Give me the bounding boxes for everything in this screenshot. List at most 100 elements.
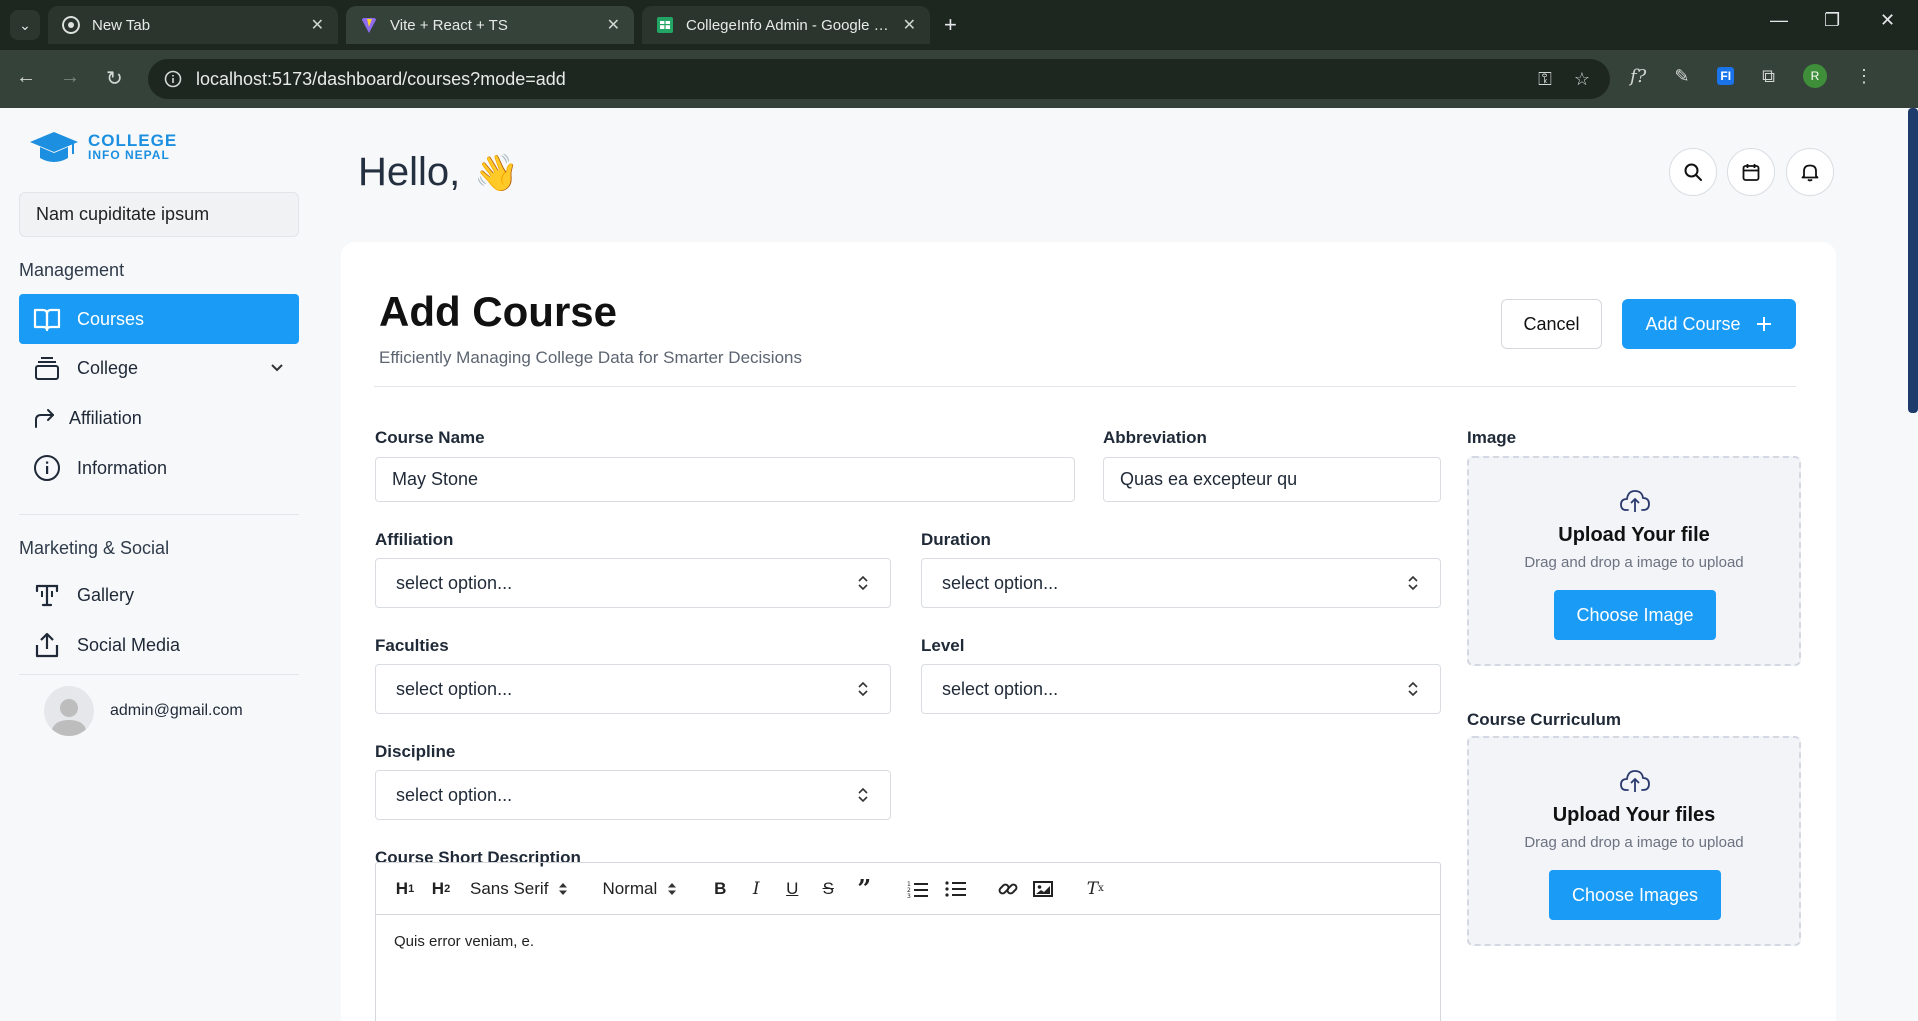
formula-extension-icon[interactable]: f? (1630, 66, 1646, 87)
editor-content[interactable]: Quis error veniam, e. (376, 915, 1440, 968)
site-info-icon[interactable] (164, 70, 182, 88)
link-icon[interactable] (997, 876, 1019, 902)
font-family-select[interactable]: Sans Serif (470, 879, 568, 899)
more-vert-icon[interactable]: ⋮ (1855, 66, 1873, 87)
page-scrollbar[interactable] (1908, 108, 1918, 413)
heading-1-icon[interactable]: H1 (392, 876, 418, 902)
header-search-button[interactable] (1669, 148, 1717, 196)
extensions-puzzle-icon[interactable]: ⧉ (1762, 66, 1775, 87)
star-icon[interactable]: ☆ (1574, 69, 1590, 90)
new-tab-plus-icon[interactable]: + (944, 12, 957, 38)
level-select[interactable]: select option... (921, 664, 1441, 714)
restore-icon[interactable]: ❐ (1824, 10, 1840, 31)
blockquote-icon[interactable]: ” (851, 874, 877, 903)
info-icon (34, 455, 60, 481)
level-select-value: select option... (942, 678, 1059, 699)
curriculum-upload-title: Upload Your files (1552, 804, 1716, 826)
cancel-button[interactable]: Cancel (1501, 299, 1602, 349)
bell-icon (1801, 164, 1819, 182)
sidebar-item-label: College (77, 357, 139, 378)
course-name-input[interactable]: May Stone (375, 457, 1075, 502)
chevron-up-down-icon (1408, 681, 1418, 697)
browser-tab-sheets[interactable]: CollegeInfo Admin - Google Sheets ✕ (642, 6, 930, 44)
strikethrough-icon[interactable]: S (815, 876, 841, 902)
address-bar[interactable]: localhost:5173/dashboard/courses?mode=ad… (148, 59, 1610, 99)
short-description-editor[interactable]: H1 H2 Sans Serif Normal B I U S ” 123 T … (375, 862, 1441, 1021)
duration-select-value: select option... (942, 572, 1059, 593)
heading-2-icon[interactable]: H2 (428, 876, 454, 902)
duration-select[interactable]: select option... (921, 558, 1441, 608)
sidebar-item-affiliation[interactable]: Affiliation (19, 393, 299, 443)
chevron-up-down-icon (668, 882, 677, 895)
forward-arrow-icon[interactable]: → (60, 66, 80, 89)
cancel-button-label: Cancel (1523, 313, 1580, 334)
course-curriculum-label: Course Curriculum (1467, 710, 1621, 729)
sidebar-item-label: Social Media (77, 634, 181, 655)
vite-icon (361, 18, 377, 33)
sidebar-divider (19, 514, 299, 515)
underline-icon[interactable]: U (779, 876, 805, 902)
user-silhouette-icon (51, 699, 87, 736)
close-icon[interactable]: ✕ (903, 15, 916, 35)
choose-image-button[interactable]: Choose Image (1554, 590, 1716, 640)
minimize-icon[interactable]: — (1770, 10, 1788, 31)
cloud-upload-icon (1620, 770, 1650, 792)
discipline-select[interactable]: select option... (375, 770, 891, 820)
close-icon[interactable]: ✕ (311, 15, 324, 35)
back-arrow-icon[interactable]: ← (16, 66, 36, 89)
book-open-icon (33, 308, 61, 332)
image-label: Image (1467, 428, 1517, 447)
browser-tab-vite[interactable]: Vite + React + TS ✕ (346, 6, 634, 44)
sidebar-item-gallery[interactable]: Gallery (19, 570, 299, 620)
sidebar-item-label: Affiliation (69, 407, 142, 428)
abbreviation-label: Abbreviation (1103, 428, 1207, 447)
sidebar-item-information[interactable]: Information (19, 443, 299, 493)
chevron-down-icon[interactable] (269, 359, 285, 375)
add-course-button[interactable]: Add Course (1622, 299, 1796, 349)
discipline-label: Discipline (375, 742, 456, 761)
ordered-list-icon[interactable]: 123 (907, 876, 929, 902)
user-email: admin@gmail.com (110, 702, 243, 719)
image-upload-title: Upload Your file (1558, 524, 1710, 546)
italic-icon[interactable]: I (743, 876, 769, 902)
clear-format-icon[interactable]: Tx (1083, 876, 1107, 902)
header-calendar-button[interactable] (1727, 148, 1775, 196)
faculties-label: Faculties (375, 636, 449, 655)
graduation-cap-icon (30, 132, 78, 162)
sidebar-search-input[interactable]: Nam cupiditate ipsum (19, 192, 299, 237)
url-text[interactable]: localhost:5173/dashboard/courses?mode=ad… (196, 69, 566, 90)
user-profile[interactable]: admin@gmail.com (44, 686, 243, 736)
level-label: Level (921, 636, 965, 655)
pen-extension-icon[interactable]: ✎ (1674, 66, 1689, 87)
tab-search-button[interactable]: ⌄ (10, 10, 40, 40)
calendar-icon (1742, 164, 1760, 181)
header-notification-button[interactable] (1786, 148, 1834, 196)
window-close-icon[interactable]: ✕ (1880, 10, 1895, 31)
logo[interactable]: COLLEGE INFO NEPAL (28, 130, 177, 166)
bold-icon[interactable]: B (707, 876, 733, 902)
browser-toolbar: ← → ↻ localhost:5173/dashboard/courses?m… (0, 50, 1918, 108)
profile-avatar[interactable]: R (1802, 64, 1827, 88)
avatar (44, 686, 94, 736)
abbreviation-input[interactable]: Quas ea excepteur qu (1103, 457, 1441, 502)
image-icon[interactable] (1033, 876, 1054, 902)
choose-images-button[interactable]: Choose Images (1549, 870, 1721, 920)
sidebar-item-college[interactable]: College (19, 343, 299, 393)
affiliation-select[interactable]: select option... (375, 558, 891, 608)
browser-tab-new-tab[interactable]: New Tab ✕ (48, 6, 338, 44)
font-size-select[interactable]: Normal (602, 879, 677, 899)
fi-extension-icon[interactable]: FI (1717, 67, 1735, 85)
image-dropzone[interactable]: Upload Your file Drag and drop a image t… (1467, 456, 1801, 666)
tab-title: CollegeInfo Admin - Google Sheets (686, 16, 891, 34)
faculties-select[interactable]: select option... (375, 664, 891, 714)
bullet-list-icon[interactable] (945, 876, 967, 902)
add-course-button-label: Add Course (1645, 313, 1741, 334)
reload-icon[interactable]: ↻ (106, 66, 123, 91)
curriculum-dropzone[interactable]: Upload Your files Drag and drop a image … (1467, 736, 1801, 946)
chevron-up-down-icon (858, 575, 868, 591)
sidebar-item-social-media[interactable]: Social Media (19, 620, 299, 670)
duration-label: Duration (921, 530, 991, 549)
close-icon[interactable]: ✕ (607, 15, 620, 35)
sidebar-item-courses[interactable]: Courses (19, 294, 299, 344)
key-icon[interactable]: ⚿ (1538, 69, 1552, 90)
